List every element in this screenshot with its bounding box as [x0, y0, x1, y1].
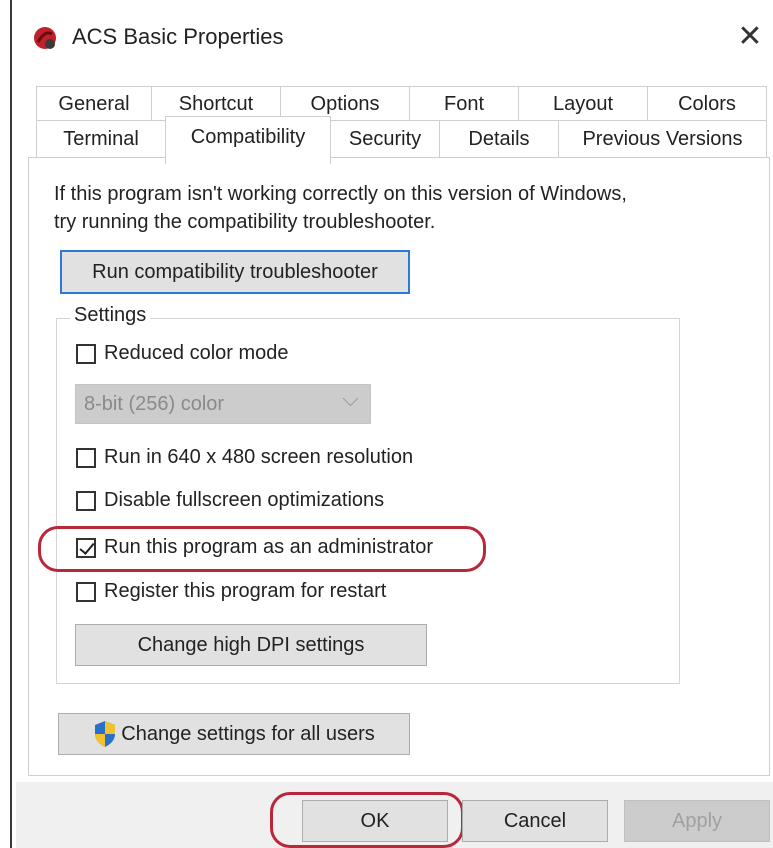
- register-restart-option[interactable]: Register this program for restart: [76, 580, 386, 603]
- disable-fullscreen-label: Disable fullscreen optimizations: [104, 489, 385, 511]
- window-left-edge: [0, 0, 12, 848]
- register-restart-label: Register this program for restart: [104, 580, 387, 602]
- description-line-2: try running the compatibility troublesho…: [54, 211, 436, 233]
- close-icon: ✕: [737, 19, 763, 53]
- run-troubleshooter-button[interactable]: Run compatibility troubleshooter: [60, 250, 410, 294]
- disable-fullscreen-checkbox[interactable]: [76, 490, 96, 511]
- app-icon: [34, 27, 56, 49]
- tab-security[interactable]: Security: [330, 120, 440, 158]
- color-depth-value: 8-bit (256) color: [84, 392, 225, 415]
- resolution-checkbox[interactable]: [76, 447, 96, 468]
- change-all-users-label: Change settings for all users: [121, 722, 375, 745]
- tab-previous-versions[interactable]: Previous Versions: [558, 120, 767, 158]
- change-dpi-button[interactable]: Change high DPI settings: [75, 624, 427, 666]
- tab-layout[interactable]: Layout: [518, 86, 648, 122]
- tab-compatibility[interactable]: Compatibility: [165, 116, 331, 164]
- resolution-label: Run in 640 x 480 screen resolution: [104, 446, 414, 468]
- compatibility-description: If this program isn't working correctly …: [54, 180, 734, 236]
- close-button[interactable]: ✕: [730, 14, 770, 58]
- tab-colors[interactable]: Colors: [647, 86, 767, 122]
- window-title: ACS Basic Properties: [72, 24, 284, 49]
- run-as-admin-label: Run this program as an administrator: [104, 536, 434, 558]
- tab-general[interactable]: General: [36, 86, 152, 122]
- change-all-users-button[interactable]: Change settings for all users: [58, 713, 410, 755]
- reduced-color-label: Reduced color mode: [104, 342, 289, 364]
- cancel-button[interactable]: Cancel: [462, 800, 608, 842]
- description-line-1: If this program isn't working correctly …: [54, 183, 627, 205]
- reduced-color-checkbox[interactable]: [76, 343, 96, 364]
- apply-button[interactable]: Apply: [624, 800, 770, 842]
- reduced-color-option[interactable]: Reduced color mode: [76, 342, 289, 365]
- register-restart-checkbox[interactable]: [76, 581, 96, 602]
- tab-font[interactable]: Font: [409, 86, 519, 122]
- tab-terminal[interactable]: Terminal: [36, 120, 166, 158]
- chevron-down-icon: [342, 390, 359, 407]
- disable-fullscreen-option[interactable]: Disable fullscreen optimizations: [76, 489, 384, 512]
- run-as-admin-checkbox[interactable]: [76, 537, 96, 558]
- run-as-admin-option[interactable]: Run this program as an administrator: [76, 536, 433, 559]
- settings-group-label: Settings: [70, 304, 151, 327]
- color-depth-select: 8-bit (256) color: [75, 384, 371, 424]
- uac-shield-icon: [95, 721, 116, 747]
- ok-button[interactable]: OK: [302, 800, 448, 842]
- tab-details[interactable]: Details: [439, 120, 559, 158]
- resolution-option[interactable]: Run in 640 x 480 screen resolution: [76, 446, 413, 469]
